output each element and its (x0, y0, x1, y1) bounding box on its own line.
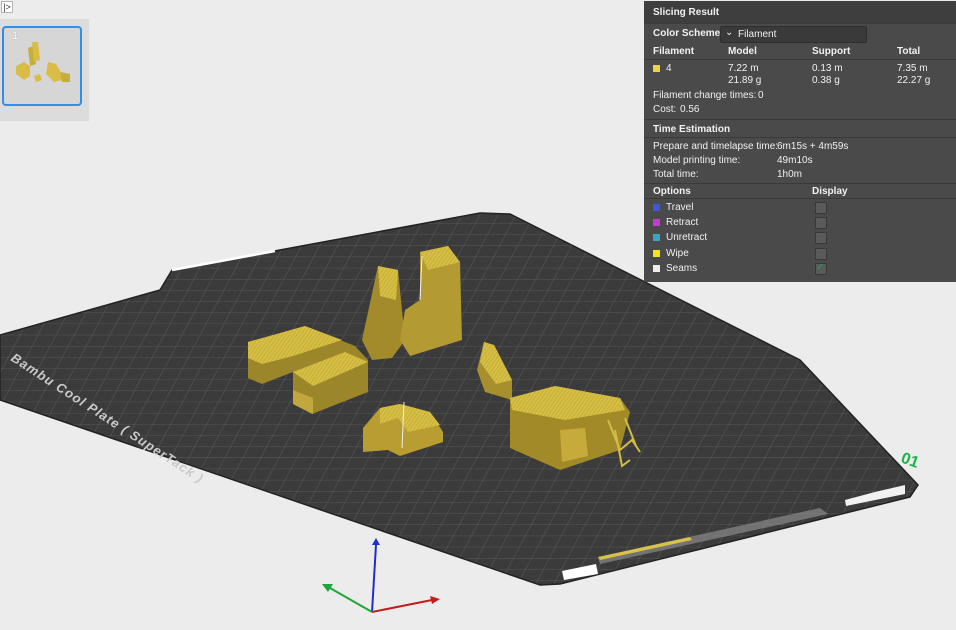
model-print-time-value: 49m10s (777, 155, 813, 166)
column-filament: Filament (653, 46, 695, 57)
option-label: Retract (666, 217, 699, 228)
option-label: Unretract (666, 232, 708, 243)
cost-label: Cost: (653, 104, 677, 115)
wipe-display-checkbox[interactable] (815, 248, 827, 260)
travel-display-checkbox[interactable] (815, 202, 827, 214)
column-model: Model (728, 46, 757, 57)
filament-change-value: 0 (758, 90, 764, 101)
color-scheme-select[interactable]: ⌄ Filament (720, 26, 867, 43)
color-scheme-value: Filament (738, 29, 777, 40)
retract-display-checkbox[interactable] (815, 217, 827, 229)
filament-change-label: Filament change times: (653, 90, 757, 101)
unretract-color-swatch (653, 234, 660, 241)
model-length: 7.22 m (728, 63, 759, 74)
plate-list: 1 (0, 19, 89, 121)
option-label: Travel (666, 202, 694, 213)
slicing-result-panel: Slicing Result Color Scheme ⌄ Filament F… (644, 1, 956, 282)
color-scheme-label: Color Scheme (653, 28, 721, 39)
model-weight: 21.89 g (728, 75, 762, 86)
option-label: Seams (666, 263, 698, 274)
travel-color-swatch (653, 204, 660, 211)
support-length: 0.13 m (812, 63, 843, 74)
total-weight: 22.27 g (897, 75, 931, 86)
support-weight: 0.38 g (812, 75, 840, 86)
plate-thumbnail[interactable]: 1 (2, 26, 82, 106)
sidebar-expand-button[interactable]: |> (1, 1, 13, 13)
seams-color-swatch (653, 265, 660, 272)
total-time-value: 1h0m (777, 169, 803, 180)
filament-id: 4 (666, 63, 672, 74)
checkmark-icon: ✓ (816, 262, 825, 273)
time-estimation-title: Time Estimation (653, 124, 731, 135)
options-title: Options (653, 186, 691, 197)
unretract-display-checkbox[interactable] (815, 232, 827, 244)
prepare-time-label: Prepare and timelapse time: (653, 141, 779, 152)
filament-color-swatch (653, 65, 660, 72)
display-title: Display (812, 186, 848, 197)
panel-title: Slicing Result (653, 7, 720, 18)
total-time-label: Total time: (653, 169, 699, 180)
axis-gizmo (322, 538, 440, 613)
wipe-color-swatch (653, 250, 660, 257)
retract-color-swatch (653, 219, 660, 226)
plate-number: 1 (12, 30, 19, 42)
prepare-time-value: 6m15s + 4m59s (777, 141, 849, 152)
chevron-down-icon: ⌄ (725, 27, 734, 38)
option-label: Wipe (666, 248, 689, 259)
model-print-time-label: Model printing time: (653, 155, 741, 166)
cost-value: 0.56 (680, 104, 700, 115)
seams-display-checkbox[interactable]: ✓ (815, 262, 827, 275)
column-support: Support (812, 46, 851, 57)
total-length: 7.35 m (897, 63, 928, 74)
column-total: Total (897, 46, 921, 57)
